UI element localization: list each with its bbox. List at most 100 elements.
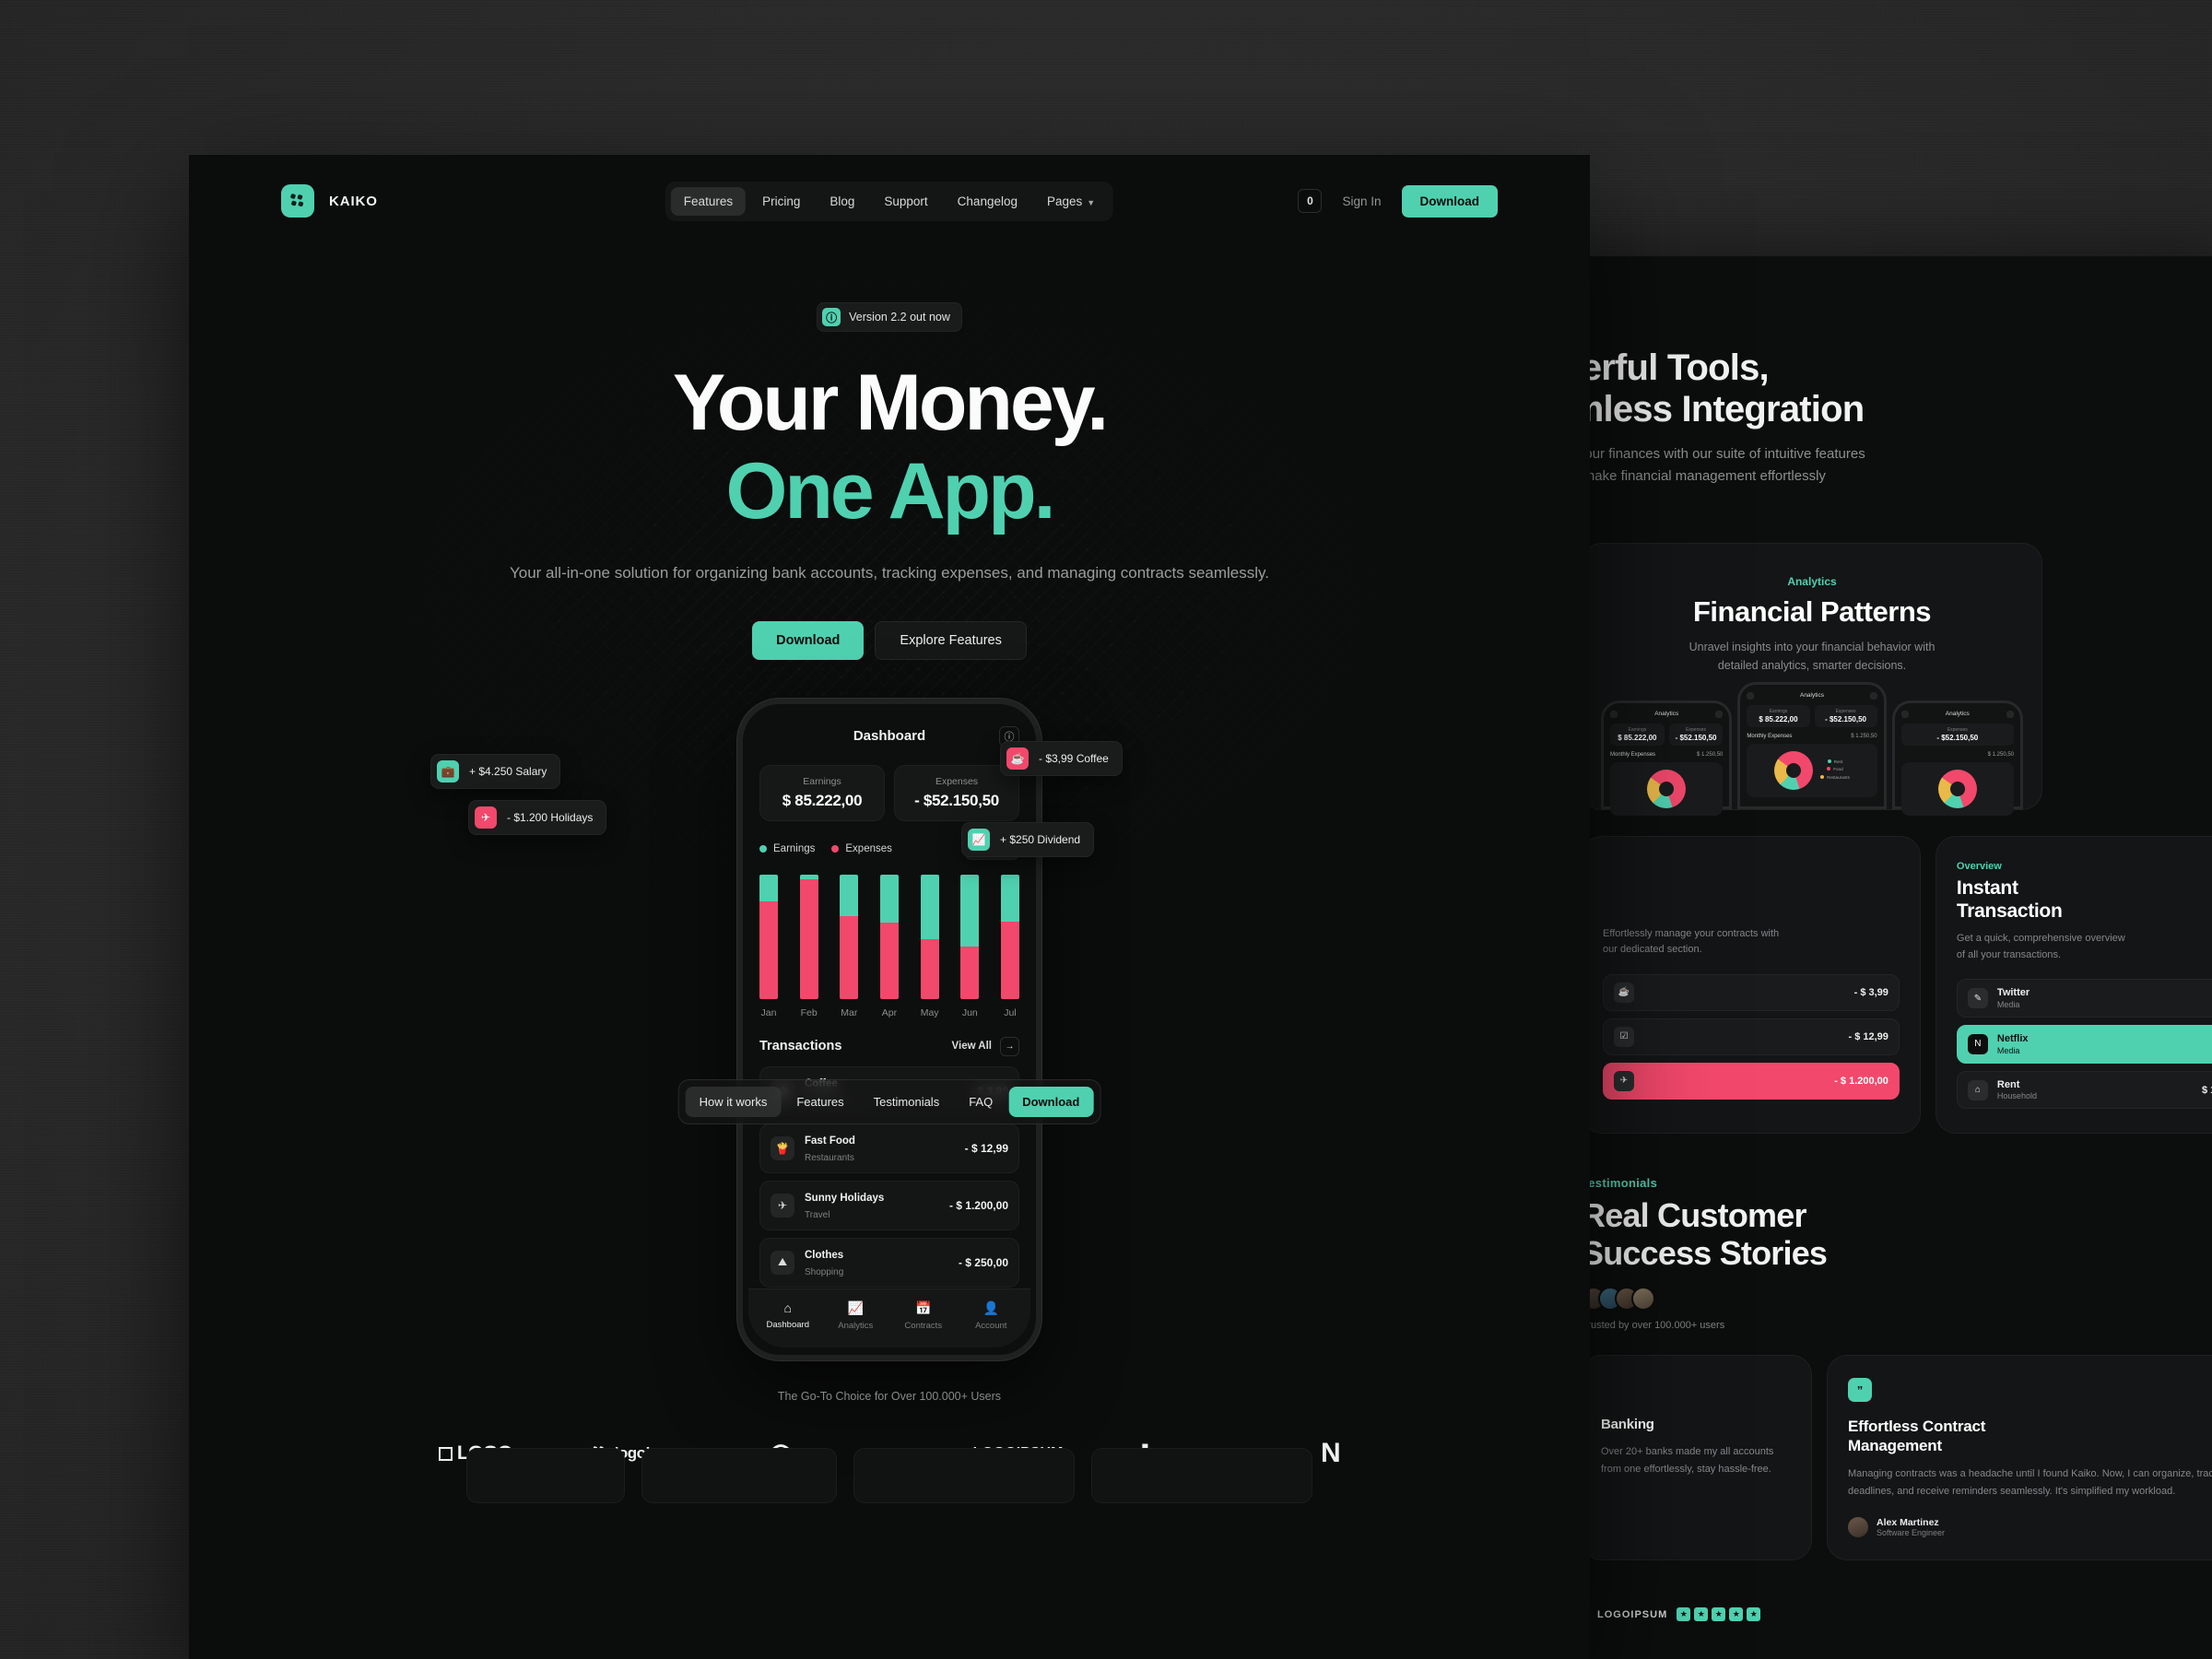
avatar <box>1848 1517 1868 1538</box>
mini-stat-value: $ 85.222,00 <box>1618 733 1657 742</box>
cart-count-badge[interactable]: 0 <box>1298 189 1323 213</box>
contract-amount: - $ 12,99 <box>1848 1030 1888 1042</box>
overview-item-rent[interactable]: ⌂ Rent Household $ 1.200,00 <box>1956 1070 2212 1110</box>
contract-row[interactable]: ☑ - $ 12,99 <box>1603 1018 1900 1055</box>
testimonials-title: Real Customer Success Stories <box>1582 1196 1828 1272</box>
food-icon: ☑ <box>1614 1026 1634 1047</box>
stat-label: Earnings <box>803 775 841 787</box>
mini-phone-title: Analytics <box>1799 692 1824 700</box>
contract-row-highlighted[interactable]: ✈ - $ 1.200,00 <box>1603 1062 1900 1100</box>
chart-bar <box>759 874 778 999</box>
sign-in-link[interactable]: Sign In <box>1342 194 1381 208</box>
tab-account[interactable]: 👤 Account <box>958 1300 1026 1331</box>
coffee-icon: ☕ <box>1006 747 1029 770</box>
transaction-row-holidays[interactable]: ✈ Sunny Holidays Travel - $ 1.200,00 <box>759 1180 1019 1230</box>
chart-bar-expenses <box>799 878 818 999</box>
quote-body: Managing contracts was a headache until … <box>1848 1467 2212 1497</box>
section-nav-how-it-works[interactable]: How it works <box>685 1087 782 1117</box>
background-page-panel: Features Powerful Tools, Seamless Integr… <box>1582 256 2212 1659</box>
hero-lead: Your all-in-one solution for organizing … <box>509 564 1270 582</box>
arrow-right-icon[interactable]: → <box>1000 1036 1019 1056</box>
coffee-icon: ☕ <box>1614 982 1634 1003</box>
star-icon: ★ <box>1677 1607 1691 1622</box>
analytics-title: Financial Patterns <box>1692 594 1932 628</box>
chart-bar-earnings <box>840 874 859 917</box>
tab-dashboard[interactable]: ⌂ Dashboard <box>754 1300 822 1331</box>
chart-x-tick: May <box>920 1006 939 1018</box>
plane-icon: ✈ <box>771 1193 794 1218</box>
nav-link-blog[interactable]: Blog <box>817 187 867 216</box>
quote-title: Effortless Contract Management <box>1848 1418 1986 1455</box>
earnings-expenses-chart <box>759 874 1019 999</box>
version-badge[interactable]: ⓘ Version 2.2 out now <box>817 302 962 332</box>
section-nav-download[interactable]: Download <box>1008 1087 1094 1117</box>
mini-stat-value: - $52.150,50 <box>1675 733 1717 742</box>
brand[interactable]: KAIKO <box>281 184 378 218</box>
hero-download-button[interactable]: Download <box>752 620 865 660</box>
view-all-link[interactable]: View All <box>952 1041 992 1052</box>
expenses-stat-card: Expenses - $52.150,50 <box>894 764 1019 821</box>
phone-mockup: Dashboard ⓘ Earnings $ 85.222,00 Expense… <box>737 698 1041 1360</box>
nav-link-features[interactable]: Features <box>670 186 747 216</box>
home-icon: ⌂ <box>783 1300 792 1315</box>
donut-legend-item: Restaurants <box>1820 774 1850 782</box>
mini-info-icon <box>1715 710 1724 718</box>
mini-info-icon <box>1869 691 1877 700</box>
overview-item-netflix[interactable]: N Netflix Media $ 11,99 <box>1956 1024 2212 1064</box>
analytics-eyebrow: Analytics <box>1787 574 1837 588</box>
section-nav-faq[interactable]: FAQ <box>955 1087 1006 1117</box>
mini-section-amount: $ 1.250,50 <box>1851 733 1877 739</box>
transaction-name: Fast Food <box>805 1135 855 1147</box>
transactions-header: Transactions View All → <box>759 1036 1019 1056</box>
testimonial-quote-card: ” Effortless Contract Management Managin… <box>1827 1355 2212 1561</box>
phone-tab-bar: ⌂ Dashboard 📈 Analytics 📅 Contracts 👤 Ac… <box>748 1288 1030 1347</box>
mini-stat-label: Expenses <box>1835 708 1856 714</box>
mini-stat-label: Earnings <box>1628 726 1647 733</box>
analytics-desc: Unravel insights into your financial beh… <box>1688 640 1936 672</box>
section-nav-testimonials[interactable]: Testimonials <box>860 1087 954 1117</box>
quote-icon: ” <box>1848 1378 1872 1403</box>
transaction-row-clothes[interactable]: ⛰ Clothes Shopping - $ 250,00 <box>759 1237 1019 1288</box>
chart-x-tick: Apr <box>881 1006 898 1018</box>
mini-section-title: Monthly Expenses <box>1747 733 1793 739</box>
analytics-feature-card: Analytics Financial Patterns Unravel ins… <box>1582 542 2042 816</box>
chart-x-tick: Feb <box>800 1006 818 1018</box>
overview-desc: Get a quick, comprehensive overview of a… <box>1956 932 2125 960</box>
chart-bar-earnings <box>1000 874 1019 922</box>
explore-features-button[interactable]: Explore Features <box>875 620 1027 660</box>
footer-card <box>1091 1447 1312 1503</box>
user-icon: 👤 <box>982 1300 999 1315</box>
transaction-row-fast-food[interactable]: 🍟 Fast Food Restaurants - $ 12,99 <box>759 1123 1019 1173</box>
tab-contracts[interactable]: 📅 Contracts <box>889 1300 958 1331</box>
nav-link-changelog[interactable]: Changelog <box>945 187 1030 216</box>
transaction-amount: - $ 12,99 <box>964 1141 1008 1155</box>
nav-download-button[interactable]: Download <box>1401 184 1498 218</box>
donut-legend-item: Rent <box>1820 759 1850 767</box>
footer-card <box>853 1447 1075 1503</box>
chart-line-icon: 📈 <box>847 1300 864 1315</box>
chart-bar-earnings <box>879 874 899 924</box>
nav-link-support[interactable]: Support <box>871 187 940 216</box>
landing-page: KAIKO Features Pricing Blog Support Chan… <box>189 155 1590 1659</box>
overview-item-twitter[interactable]: ✎ Twitter Media $ 8,99 <box>1956 979 2212 1018</box>
chart-bar-expenses <box>759 901 778 999</box>
section-nav-features[interactable]: Features <box>782 1087 857 1117</box>
transaction-name: Clothes <box>805 1249 844 1261</box>
mini-stat-label: Earnings <box>1769 708 1788 714</box>
star-icon: ★ <box>1747 1607 1761 1622</box>
nav-link-pricing[interactable]: Pricing <box>749 187 813 216</box>
nav-links: Features Pricing Blog Support Changelog … <box>665 181 1114 221</box>
tab-analytics[interactable]: 📈 Analytics <box>822 1300 890 1331</box>
chart-bar-expenses <box>1000 921 1019 999</box>
star-icon: ★ <box>1694 1607 1709 1622</box>
chart-line-icon: 📈 <box>968 828 990 851</box>
chart-bar-expenses <box>840 916 859 999</box>
contract-row[interactable]: ☕ - $ 3,99 <box>1603 973 1900 1011</box>
mini-section-amount: $ 1.250,50 <box>1987 751 2014 758</box>
banking-desc: Over 20+ banks made my all accounts from… <box>1601 1445 1774 1476</box>
hero-cta-group: Download Explore Features <box>189 620 1590 660</box>
nav-link-pages[interactable]: Pages ▼ <box>1034 187 1108 216</box>
chart-bar <box>920 874 939 999</box>
brand-name: KAIKO <box>329 193 378 209</box>
overview-item-name: Rent <box>1996 1078 2020 1090</box>
